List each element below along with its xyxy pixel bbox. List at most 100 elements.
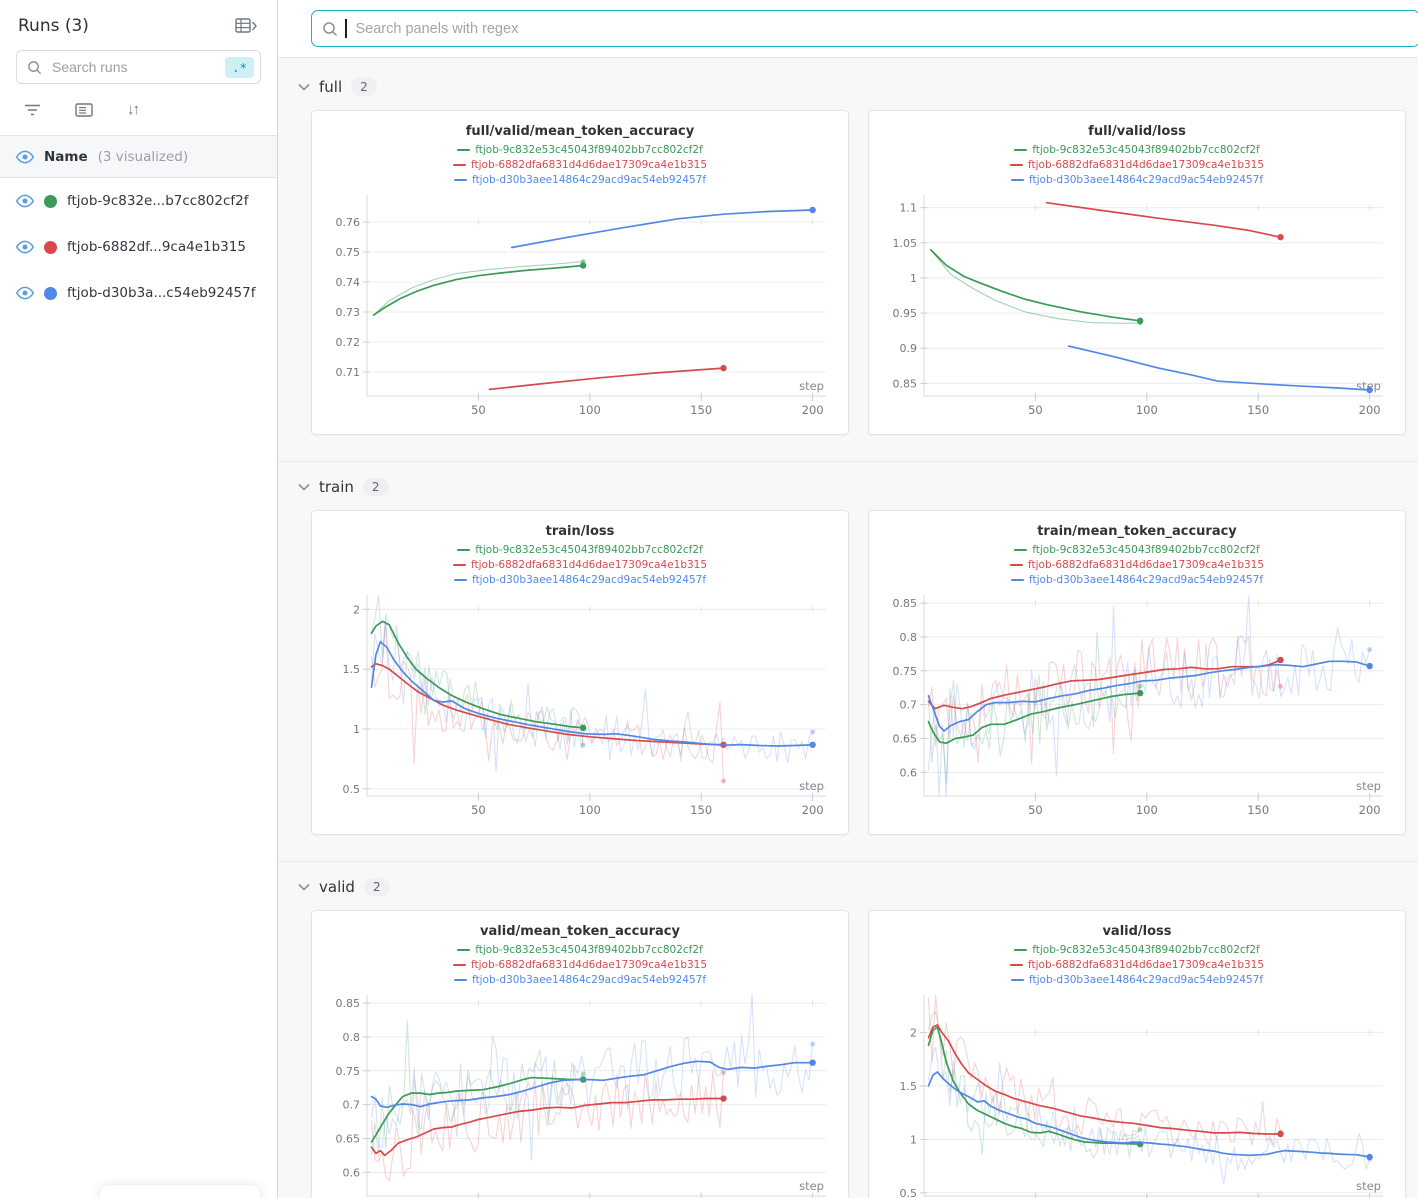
name-column-header: Name — [44, 149, 88, 165]
svg-text:150: 150 — [1247, 403, 1269, 417]
svg-text:0.65: 0.65 — [336, 1132, 361, 1145]
chart-legend: ftjob-9c832e53c45043f89402bb7cc802cf2fft… — [325, 143, 835, 187]
runs-search-box: .* — [16, 50, 261, 84]
eye-icon — [16, 150, 34, 164]
legend-swatch-icon — [1014, 149, 1027, 152]
legend-swatch-icon — [1014, 949, 1027, 952]
sort-icon: ↓↑ — [127, 101, 138, 118]
svg-text:0.85: 0.85 — [336, 997, 361, 1010]
section-train: train2train/lossftjob-9c832e53c45043f894… — [278, 462, 1418, 862]
legend-run-id: ftjob-d30b3aee14864c29acd9ac54eb92457f — [472, 573, 706, 587]
svg-text:0.7: 0.7 — [900, 699, 918, 712]
panel-search-box — [311, 10, 1418, 47]
svg-text:2: 2 — [353, 603, 360, 616]
svg-text:0.71: 0.71 — [336, 366, 361, 379]
run-name: ftjob-9c832e...b7cc802cf2f — [67, 193, 249, 209]
chart-title: full/valid/loss — [882, 124, 1392, 139]
legend-item-blue: ftjob-d30b3aee14864c29acd9ac54eb92457f — [1011, 573, 1263, 587]
section-header-train[interactable]: train2 — [278, 462, 1418, 508]
chart-legend: ftjob-9c832e53c45043f89402bb7cc802cf2fft… — [882, 943, 1392, 987]
section-label: train — [319, 478, 354, 496]
eye-icon — [16, 240, 34, 254]
svg-text:0.72: 0.72 — [336, 336, 361, 349]
sort-button[interactable]: ↓↑ — [125, 99, 140, 120]
svg-text:1: 1 — [910, 272, 917, 285]
section-valid: valid2 valid/mean_token_accuracy ftjob-9c8… — [278, 862, 1418, 1198]
chart-panel[interactable]: train/mean_token_accuracyftjob-9c832e53c… — [868, 510, 1406, 835]
legend-item-red: ftjob-6882dfa6831d4d6dae17309ca4e1b315 — [453, 958, 707, 972]
legend-run-id: ftjob-9c832e53c45043f89402bb7cc802cf2f — [475, 943, 702, 957]
chevron-down-icon — [298, 483, 310, 491]
legend-run-id: ftjob-6882dfa6831d4d6dae17309ca4e1b315 — [1028, 558, 1264, 572]
runs-search-input[interactable] — [50, 58, 217, 76]
chart-plot: 0.511.5250100150200step — [325, 588, 835, 826]
chart-plot: 0.511.5250100150200step — [882, 988, 1392, 1198]
legend-run-id: ftjob-d30b3aee14864c29acd9ac54eb92457f — [1029, 973, 1263, 987]
run-row-1[interactable]: ftjob-9c832e...b7cc802cf2f — [0, 178, 277, 224]
legend-item-green: ftjob-9c832e53c45043f89402bb7cc802cf2f — [1014, 143, 1259, 157]
legend-item-red: ftjob-6882dfa6831d4d6dae17309ca4e1b315 — [1010, 158, 1264, 172]
legend-swatch-icon — [454, 979, 467, 982]
chart-panel[interactable]: full/valid/loss ftjob-9c832e53c45043f8940… — [868, 110, 1406, 435]
legend-run-id: ftjob-6882dfa6831d4d6dae17309ca4e1b315 — [471, 958, 707, 972]
svg-text:1.5: 1.5 — [900, 1080, 918, 1093]
visibility-all-toggle[interactable] — [16, 150, 34, 164]
chart-panel[interactable]: valid/mean_token_accuracy ftjob-9c832e53c… — [311, 910, 849, 1198]
legend-item-green: ftjob-9c832e53c45043f89402bb7cc802cf2f — [457, 143, 702, 157]
chart-panel[interactable]: train/lossftjob-9c832e53c45043f89402bb7c… — [311, 510, 849, 835]
visibility-toggle[interactable] — [16, 240, 34, 254]
legend-item-red: ftjob-6882dfa6831d4d6dae17309ca4e1b315 — [453, 558, 707, 572]
panels-row: valid/mean_token_accuracy ftjob-9c832e53c… — [278, 908, 1418, 1198]
filter-button[interactable] — [22, 99, 43, 120]
legend-item-blue: ftjob-d30b3aee14864c29acd9ac54eb92457f — [454, 973, 706, 987]
svg-text:150: 150 — [690, 403, 712, 417]
legend-run-id: ftjob-d30b3aee14864c29acd9ac54eb92457f — [1029, 573, 1263, 587]
chart-title: train/mean_token_accuracy — [882, 524, 1392, 539]
panel-sections: full2full/valid/mean_token_accuracyftjob… — [278, 57, 1418, 1198]
eye-icon — [16, 286, 34, 300]
run-row-3[interactable]: ftjob-d30b3a...c54eb92457f — [0, 270, 277, 316]
svg-text:50: 50 — [1028, 803, 1043, 817]
chart-plot: 0.850.90.9511.051.150100150200step — [882, 188, 1392, 426]
legend-run-id: ftjob-6882dfa6831d4d6dae17309ca4e1b315 — [471, 558, 707, 572]
section-header-valid[interactable]: valid2 — [278, 862, 1418, 908]
svg-text:0.5: 0.5 — [343, 783, 361, 796]
svg-text:0.95: 0.95 — [893, 307, 918, 320]
section-count-badge: 2 — [351, 78, 377, 96]
expand-table-button[interactable] — [233, 16, 259, 36]
legend-run-id: ftjob-9c832e53c45043f89402bb7cc802cf2f — [475, 143, 702, 157]
run-row-2[interactable]: ftjob-6882df...9ca4e1b315 — [0, 224, 277, 270]
svg-text:200: 200 — [802, 803, 824, 817]
svg-text:150: 150 — [690, 803, 712, 817]
chart-panel[interactable]: full/valid/mean_token_accuracyftjob-9c83… — [311, 110, 849, 435]
svg-text:100: 100 — [579, 403, 601, 417]
list-icon — [75, 103, 93, 117]
svg-text:0.76: 0.76 — [336, 216, 361, 229]
svg-text:0.75: 0.75 — [336, 246, 361, 259]
legend-swatch-icon — [1011, 979, 1024, 982]
visibility-toggle[interactable] — [16, 194, 34, 208]
svg-text:0.85: 0.85 — [893, 597, 918, 610]
legend-swatch-icon — [457, 149, 470, 152]
panel-search-input[interactable] — [354, 20, 1410, 38]
visualized-count: (3 visualized) — [98, 149, 188, 165]
chart-panel[interactable]: valid/lossftjob-9c832e53c45043f89402bb7c… — [868, 910, 1406, 1198]
section-count-badge: 2 — [364, 878, 390, 896]
legend-item-blue: ftjob-d30b3aee14864c29acd9ac54eb92457f — [1011, 973, 1263, 987]
legend-swatch-icon — [1014, 549, 1027, 552]
svg-text:0.65: 0.65 — [893, 732, 918, 745]
svg-text:0.7: 0.7 — [343, 1099, 361, 1112]
legend-swatch-icon — [457, 949, 470, 952]
legend-run-id: ftjob-9c832e53c45043f89402bb7cc802cf2f — [475, 543, 702, 557]
legend-swatch-icon — [454, 579, 467, 582]
group-button[interactable] — [73, 99, 95, 120]
svg-text:200: 200 — [1359, 803, 1381, 817]
svg-text:0.9: 0.9 — [900, 342, 918, 355]
chart-title: valid/mean_token_accuracy — [325, 924, 835, 939]
legend-swatch-icon — [453, 164, 466, 167]
svg-text:0.6: 0.6 — [343, 1166, 361, 1179]
regex-toggle-button[interactable]: .* — [225, 57, 254, 78]
run-name: ftjob-d30b3a...c54eb92457f — [67, 285, 256, 301]
visibility-toggle[interactable] — [16, 286, 34, 300]
section-header-full[interactable]: full2 — [278, 62, 1418, 108]
